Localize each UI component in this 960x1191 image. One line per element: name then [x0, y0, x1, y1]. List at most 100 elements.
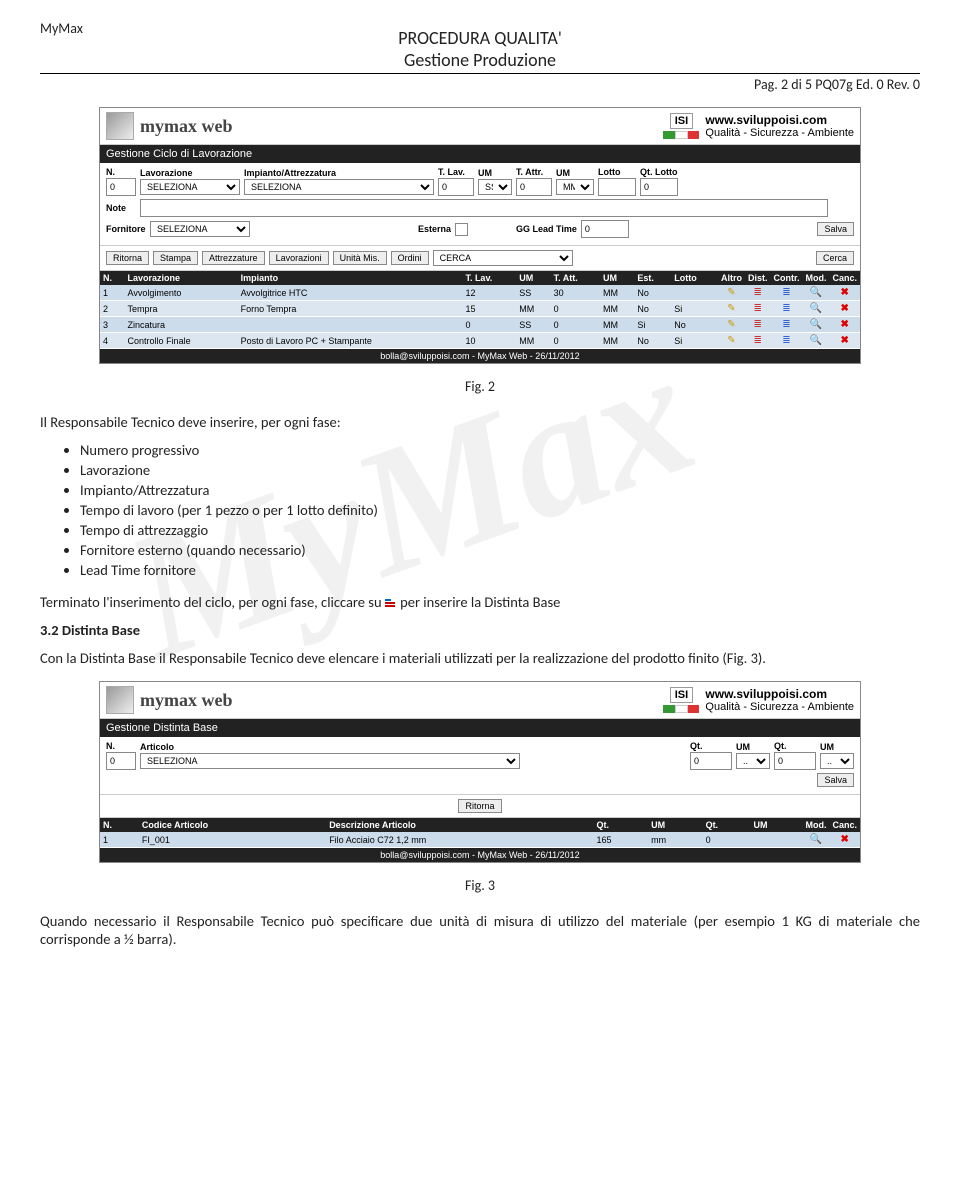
mod-icon[interactable]: 🔍	[802, 317, 829, 333]
label-impianto: Impianto/Attrezzatura	[244, 168, 434, 178]
tricolor-icon	[663, 705, 699, 713]
unita-button[interactable]: Unità Mis.	[333, 251, 387, 265]
edit-icon[interactable]: ✎	[718, 285, 745, 301]
salva-button[interactable]: Salva	[817, 773, 854, 787]
distinta-table: N. Codice Articolo Descrizione Articolo …	[100, 818, 860, 848]
ritorna-button[interactable]: Ritorna	[458, 799, 501, 813]
label-qt2: Qt.	[774, 741, 816, 751]
list-item: Impianto/Attrezzatura	[80, 481, 920, 499]
screenshot-footer: bolla@sviluppoisi.com - MyMax Web - 26/1…	[100, 848, 860, 862]
para2: Terminato l'inserimento del ciclo, per o…	[40, 593, 920, 611]
contr-icon[interactable]: ≣	[770, 285, 802, 301]
label-um1: UM	[478, 168, 512, 178]
th-altro: Altro	[718, 271, 745, 285]
header-tagline: Qualità - Sicurezza - Ambiente	[705, 701, 854, 713]
fig3-label: Fig. 3	[40, 877, 920, 894]
header-tagline: Qualità - Sicurezza - Ambiente	[705, 127, 854, 139]
ritorna-button[interactable]: Ritorna	[106, 251, 149, 265]
contr-icon[interactable]: ≣	[770, 333, 802, 349]
table-row: 2 Tempra Forno Tempra 15 MM 0 MM No Si ✎…	[100, 301, 860, 317]
section-3-2-title: 3.2 Distinta Base	[40, 621, 920, 639]
doc-title-2: Gestione Produzione	[40, 49, 920, 74]
mod-icon[interactable]: 🔍	[802, 333, 829, 349]
cerca-button[interactable]: Cerca	[816, 251, 854, 265]
input-tlav[interactable]	[438, 178, 474, 196]
label-tlav: T. Lav.	[438, 167, 474, 177]
edit-icon[interactable]: ✎	[718, 317, 745, 333]
edit-icon[interactable]: ✎	[718, 333, 745, 349]
edit-icon[interactable]: ✎	[718, 301, 745, 317]
screenshot-footer: bolla@sviluppoisi.com - MyMax Web - 26/1…	[100, 349, 860, 363]
list-item: Numero progressivo	[80, 441, 920, 459]
mod-icon[interactable]: 🔍	[802, 301, 829, 317]
stampa-button[interactable]: Stampa	[153, 251, 198, 265]
mod-icon[interactable]: 🔍	[802, 285, 829, 301]
th-um1: UM	[648, 818, 702, 832]
input-qt2[interactable]	[774, 752, 816, 770]
input-ggleadtime[interactable]	[581, 220, 629, 238]
input-tattr[interactable]	[516, 178, 552, 196]
distinta-icon	[385, 598, 397, 610]
table-row: 1 Avvolgimento Avvolgitrice HTC 12 SS 30…	[100, 285, 860, 301]
dist-icon[interactable]: ≣	[745, 317, 771, 333]
select-um1[interactable]: ..	[736, 753, 770, 769]
para1: Il Responsabile Tecnico deve inserire, p…	[40, 413, 920, 431]
list-item: Lead Time fornitore	[80, 561, 920, 579]
delete-icon[interactable]: ✖	[829, 832, 860, 848]
label-qtlotto: Qt. Lotto	[640, 167, 678, 177]
delete-icon[interactable]: ✖	[829, 333, 860, 349]
th-cod: Codice Articolo	[139, 818, 326, 832]
dist-icon[interactable]: ≣	[745, 285, 771, 301]
checkbox-esterna[interactable]	[455, 223, 468, 236]
table-row: 4 Controllo Finale Posto di Lavoro PC + …	[100, 333, 860, 349]
list-item: Tempo di lavoro (per 1 pezzo o per 1 lot…	[80, 501, 920, 519]
app-logo	[106, 686, 134, 714]
input-n[interactable]	[106, 178, 136, 196]
input-note[interactable]	[140, 199, 828, 217]
th-imp: Impianto	[238, 271, 463, 285]
para3: Quando necessario il Responsabile Tecnic…	[40, 912, 920, 948]
bullet-list: Numero progressivo Lavorazione Impianto/…	[80, 441, 920, 579]
section-title: Gestione Ciclo di Lavorazione	[100, 145, 860, 163]
contr-icon[interactable]: ≣	[770, 301, 802, 317]
attrezzature-button[interactable]: Attrezzature	[202, 251, 265, 265]
ordini-button[interactable]: Ordini	[391, 251, 429, 265]
input-qt1[interactable]	[690, 752, 732, 770]
label-um2: UM	[556, 168, 594, 178]
delete-icon[interactable]: ✖	[829, 301, 860, 317]
select-lavorazione[interactable]: SELEZIONA	[140, 179, 240, 195]
input-lotto[interactable]	[598, 178, 636, 196]
label-articolo: Articolo	[140, 742, 686, 752]
list-item: Fornitore esterno (quando necessario)	[80, 541, 920, 559]
tricolor-icon	[663, 131, 699, 139]
label-fornitore: Fornitore	[106, 224, 146, 234]
screenshot-fig2: mymax web ISI www.sviluppoisi.com Qualit…	[99, 107, 861, 364]
label-um1: UM	[736, 742, 770, 752]
section-3-2-body: Con la Distinta Base il Responsabile Tec…	[40, 649, 920, 667]
th-lotto: Lotto	[671, 271, 718, 285]
select-um1[interactable]: SS	[478, 179, 512, 195]
label-esterna: Esterna	[418, 224, 451, 234]
ciclo-table: N. Lavorazione Impianto T. Lav. UM T. At…	[100, 271, 860, 349]
table-row: 3 Zincatura 0 SS 0 MM Si No ✎ ≣ ≣ 🔍 ✖	[100, 317, 860, 333]
header-url: www.sviluppoisi.com	[705, 113, 854, 127]
dist-icon[interactable]: ≣	[745, 301, 771, 317]
lavorazioni-button[interactable]: Lavorazioni	[269, 251, 329, 265]
delete-icon[interactable]: ✖	[829, 285, 860, 301]
input-qtlotto[interactable]	[640, 178, 678, 196]
select-um2[interactable]: ..	[820, 753, 854, 769]
list-item: Lavorazione	[80, 461, 920, 479]
th-dist: Dist.	[745, 271, 771, 285]
section-title: Gestione Distinta Base	[100, 719, 860, 737]
select-impianto[interactable]: SELEZIONA	[244, 179, 434, 195]
select-articolo[interactable]: SELEZIONA	[140, 753, 520, 769]
contr-icon[interactable]: ≣	[770, 317, 802, 333]
salva-button[interactable]: Salva	[817, 222, 854, 236]
delete-icon[interactable]: ✖	[829, 317, 860, 333]
input-n[interactable]	[106, 752, 136, 770]
select-um2[interactable]: MM	[556, 179, 594, 195]
cerca-select[interactable]: CERCA	[433, 250, 573, 266]
select-fornitore[interactable]: SELEZIONA	[150, 221, 250, 237]
dist-icon[interactable]: ≣	[745, 333, 771, 349]
mod-icon[interactable]: 🔍	[802, 832, 829, 848]
